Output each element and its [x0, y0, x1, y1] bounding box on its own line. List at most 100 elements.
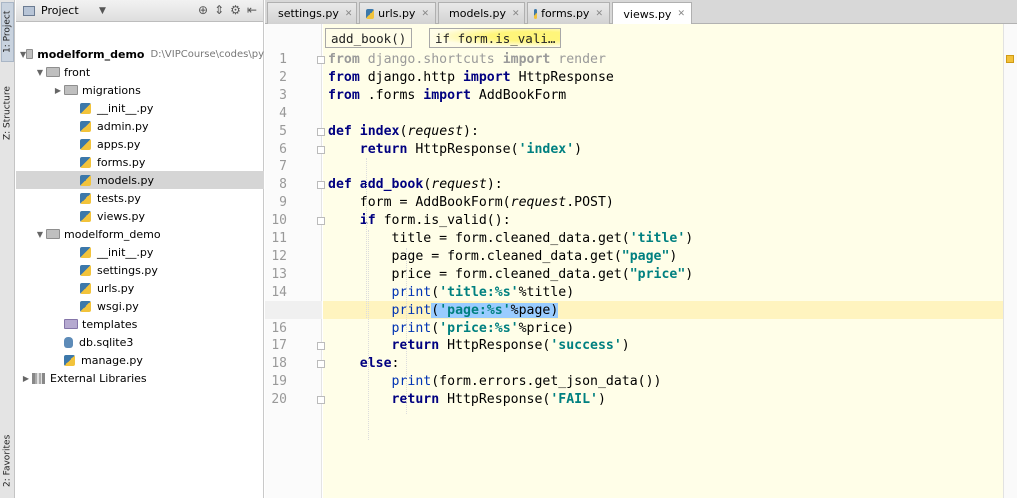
- tree-item-label: migrations: [82, 83, 141, 97]
- editor-tab[interactable]: settings.py ✕: [267, 2, 357, 24]
- fold-marker-icon[interactable]: [317, 360, 325, 369]
- close-icon[interactable]: ✕: [677, 9, 685, 19]
- fold-marker-icon[interactable]: [317, 181, 325, 190]
- code-line[interactable]: from django.shortcuts import render: [328, 51, 606, 69]
- breadcrumb-if-block[interactable]: if form.is_vali…: [429, 28, 562, 48]
- code-line[interactable]: title = form.cleaned_data.get('title'): [328, 230, 694, 248]
- tree-item[interactable]: views.py: [16, 207, 264, 225]
- tree-item[interactable]: __init__.py: [16, 243, 264, 261]
- hide-panel-icon[interactable]: ⇤: [247, 3, 257, 17]
- line-number: 20: [271, 392, 287, 408]
- close-icon[interactable]: ✕: [512, 9, 520, 19]
- code-line[interactable]: print('title:%s'%title): [328, 284, 575, 302]
- tree-expanded-icon[interactable]: ▼: [34, 230, 46, 239]
- line-number-gutter[interactable]: 1234567891011121314151617181920: [265, 24, 322, 498]
- fold-marker-icon[interactable]: [317, 56, 325, 64]
- tree-item[interactable]: ▶ migrations: [16, 81, 264, 99]
- fold-marker-icon[interactable]: [317, 217, 325, 226]
- close-icon[interactable]: ✕: [595, 9, 603, 19]
- fold-marker-icon[interactable]: [317, 342, 325, 351]
- collapse-all-icon[interactable]: ⇕: [214, 3, 224, 17]
- line-number: 11: [271, 231, 287, 246]
- code-line[interactable]: return HttpResponse('success'): [328, 337, 630, 355]
- tree-item[interactable]: admin.py: [16, 117, 264, 135]
- tree-collapsed-icon[interactable]: ▶: [52, 86, 64, 95]
- code-line[interactable]: return HttpResponse('index'): [328, 141, 582, 159]
- project-panel-header: Project ▼ ⊕ ⇕ ⚙ ⇤: [16, 0, 263, 22]
- breadcrumb-function[interactable]: add_book(): [325, 28, 413, 48]
- scroll-from-source-icon[interactable]: ⊕: [198, 3, 208, 17]
- current-line-gutter-highlight: [265, 301, 322, 319]
- gear-icon[interactable]: ⚙: [230, 3, 241, 17]
- tree-item[interactable]: __init__.py: [16, 99, 264, 117]
- code-line[interactable]: print('page:%s'%page): [328, 302, 559, 320]
- structure-tool-tab[interactable]: Z: Structure: [1, 78, 14, 148]
- close-icon[interactable]: ✕: [345, 9, 353, 19]
- tree-item[interactable]: ▼ modelform_demo: [16, 225, 264, 243]
- code-line[interactable]: page = form.cleaned_data.get("page"): [328, 248, 678, 266]
- tree-item[interactable]: ▼ front: [16, 63, 264, 81]
- indent-guide: [406, 248, 407, 414]
- tree-item[interactable]: wsgi.py: [16, 297, 264, 315]
- code-line[interactable]: else:: [328, 355, 400, 373]
- code-line[interactable]: from .forms import AddBookForm: [328, 87, 566, 105]
- code-line[interactable]: if form.is_valid():: [328, 212, 511, 230]
- indent-guide: [368, 230, 369, 440]
- code-line[interactable]: print('price:%s'%price): [328, 320, 575, 338]
- python-file-icon: [80, 300, 91, 312]
- tree-item[interactable]: settings.py: [16, 261, 264, 279]
- project-tool-tab[interactable]: 1: Project: [1, 2, 14, 62]
- tree-item[interactable]: apps.py: [16, 135, 264, 153]
- close-icon[interactable]: ✕: [421, 9, 429, 19]
- editor-tab-label: views.py: [623, 7, 672, 21]
- tree-collapsed-icon[interactable]: ▶: [20, 374, 32, 383]
- project-tool-tab-label: 1: Project: [2, 10, 13, 54]
- chevron-down-icon[interactable]: ▼: [99, 6, 106, 16]
- folder-icon: [46, 67, 60, 77]
- code-line[interactable]: return HttpResponse('FAIL'): [328, 391, 606, 409]
- tree-item[interactable]: ▶ External Libraries: [16, 369, 264, 387]
- tree-item[interactable]: ▼ modelform_demo D:\VIPCourse\codes\py: [16, 45, 264, 63]
- code-line[interactable]: def index(request):: [328, 123, 479, 141]
- python-file-icon: [80, 174, 91, 186]
- tree-item[interactable]: tests.py: [16, 189, 264, 207]
- code-line[interactable]: print(form.errors.get_json_data()): [328, 373, 662, 391]
- tree-item[interactable]: templates: [16, 315, 264, 333]
- line-number: 5: [279, 123, 287, 139]
- editor-tab[interactable]: urls.py ✕: [359, 2, 436, 24]
- tree-item-label: apps.py: [97, 137, 141, 151]
- line-number: 18: [271, 356, 287, 372]
- tree-item[interactable]: models.py: [16, 171, 264, 189]
- project-view-selector[interactable]: Project: [41, 4, 99, 17]
- tree-item-label: db.sqlite3: [79, 335, 134, 349]
- fold-marker-icon[interactable]: [317, 127, 325, 136]
- editor-tab[interactable]: forms.py ✕: [527, 2, 610, 24]
- analysis-status-icon[interactable]: [1006, 55, 1014, 63]
- tree-item-label: forms.py: [97, 155, 146, 169]
- editor-tab[interactable]: models.py ✕: [438, 2, 525, 24]
- python-file-icon: [80, 120, 91, 132]
- tree-item-label: tests.py: [97, 191, 141, 205]
- line-number: 13: [271, 266, 287, 282]
- code-line[interactable]: def add_book(request):: [328, 176, 503, 194]
- line-number: 14: [271, 284, 287, 300]
- editor-tab[interactable]: views.py ✕: [612, 2, 692, 25]
- line-number: 7: [279, 159, 287, 175]
- database-file-icon: [64, 336, 73, 348]
- favorites-tool-tab[interactable]: 2: Favorites: [1, 428, 14, 494]
- code-editor[interactable]: 1234567891011121314151617181920 from dja…: [265, 24, 1017, 498]
- tree-item[interactable]: urls.py: [16, 279, 264, 297]
- code-line[interactable]: from django.http import HttpResponse: [328, 69, 614, 87]
- tree-item-label: models.py: [97, 173, 154, 187]
- tree-item[interactable]: forms.py: [16, 153, 264, 171]
- code-line[interactable]: form = AddBookForm(request.POST): [328, 194, 614, 212]
- fold-marker-icon[interactable]: [317, 145, 325, 154]
- project-view-icon: [23, 5, 35, 16]
- tree-item[interactable]: manage.py: [16, 351, 264, 369]
- tree-item[interactable]: db.sqlite3: [16, 333, 264, 351]
- editor-scrollbar[interactable]: [1003, 24, 1017, 498]
- line-number: 17: [271, 338, 287, 354]
- code-line[interactable]: price = form.cleaned_data.get("price"): [328, 266, 694, 284]
- fold-marker-icon[interactable]: [317, 396, 325, 405]
- tree-expanded-icon[interactable]: ▼: [34, 68, 46, 77]
